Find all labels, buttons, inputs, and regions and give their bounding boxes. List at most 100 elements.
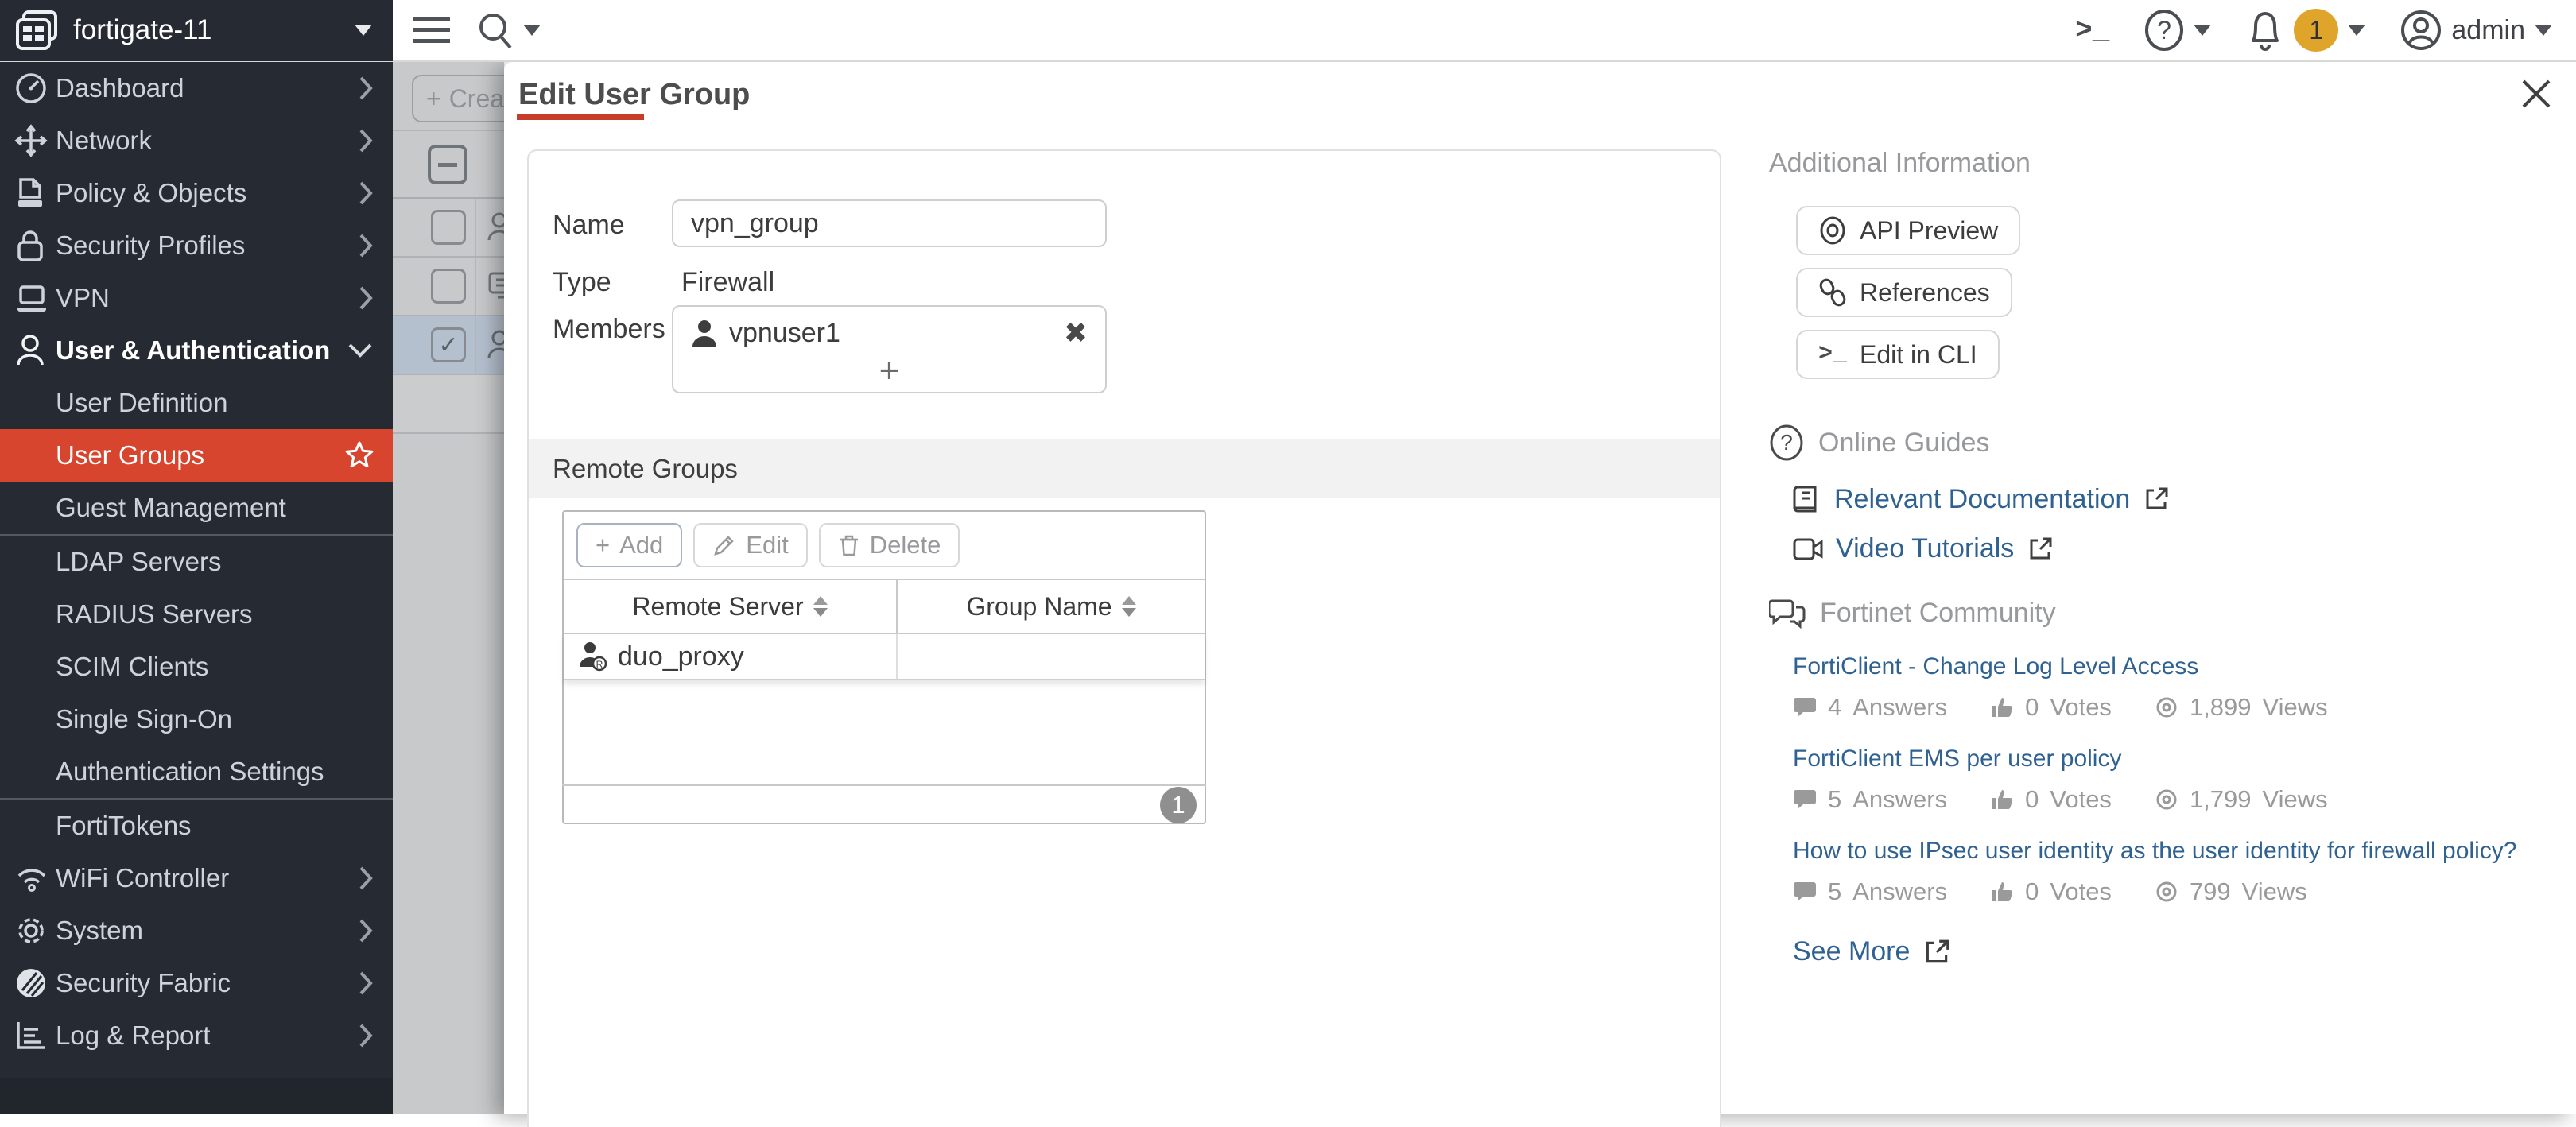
edit-form-card: Name Type Firewall Members vpnuser1 ✖ + … <box>527 149 1721 1127</box>
sidebar-item-ldap-servers[interactable]: LDAP Servers <box>0 536 393 588</box>
delete-button[interactable]: Delete <box>819 523 960 567</box>
community-post-stats: 5 Answers 0 Votes 1,799 Views <box>1793 785 2556 814</box>
answers-bubble-icon <box>1793 880 1817 904</box>
sidebar-item-security-profiles[interactable]: Security Profiles <box>0 219 393 272</box>
dialog-title: Edit User Group <box>518 78 750 112</box>
sidebar-item-policy-objects[interactable]: Policy & Objects <box>0 167 393 219</box>
members-field[interactable]: vpnuser1 ✖ + <box>672 305 1107 393</box>
sidebar-item-user-definition[interactable]: User Definition <box>0 377 393 429</box>
community-post-link[interactable]: FortiClient - Change Log Level Access <box>1793 653 2556 680</box>
edit-button[interactable]: Edit <box>693 523 807 567</box>
name-input[interactable] <box>672 199 1107 247</box>
row-checkbox[interactable] <box>431 269 466 304</box>
help-menu[interactable]: ? <box>2144 9 2211 52</box>
remote-groups-toolbar: + Add Edit Delete <box>564 512 1205 579</box>
column-header-group-name[interactable]: Group Name <box>898 580 1205 633</box>
cli-icon: >_ <box>1818 341 1847 368</box>
type-value: Firewall <box>681 267 774 298</box>
member-chip[interactable]: vpnuser1 ✖ <box>673 307 1105 350</box>
sidebar-collapse-bar[interactable] <box>0 1078 393 1114</box>
sidebar-item-security-fabric[interactable]: Security Fabric <box>0 957 393 1009</box>
sidebar-item-dashboard[interactable]: Dashboard <box>0 62 393 114</box>
references-button[interactable]: References <box>1796 268 2012 317</box>
sidebar-item-user-groups[interactable]: User Groups <box>0 429 393 482</box>
global-search[interactable] <box>477 11 541 49</box>
wifi-icon <box>14 863 56 893</box>
remove-member-icon[interactable]: ✖ <box>1064 317 1088 350</box>
community-post-link[interactable]: How to use IPsec user identity as the us… <box>1793 838 2556 865</box>
sidebar-item-user-authentication[interactable]: User & Authentication <box>0 324 393 377</box>
menu-hamburger-icon[interactable] <box>413 16 450 45</box>
svg-text:?: ? <box>2157 16 2171 45</box>
sort-icon <box>813 596 828 617</box>
person-icon <box>14 333 56 368</box>
sidebar-item-single-sign-on[interactable]: Single Sign-On <box>0 693 393 746</box>
member-name: vpnuser1 <box>729 318 840 349</box>
background-table-row[interactable] <box>393 199 504 258</box>
plus-icon: + <box>426 84 441 114</box>
video-tutorials-link[interactable]: Video Tutorials <box>1836 533 2014 564</box>
answers-bubble-icon <box>1793 695 1817 719</box>
chevron-right-icon <box>358 75 374 102</box>
sidebar-item-network[interactable]: Network <box>0 114 393 167</box>
row-checkbox[interactable] <box>431 210 466 245</box>
user-group-icon <box>485 210 504 245</box>
device-selector[interactable]: fortigate-11 <box>0 0 393 61</box>
relevant-documentation-link[interactable]: Relevant Documentation <box>1834 484 2130 515</box>
admin-menu[interactable]: admin <box>2400 10 2552 51</box>
dimmed-background-page: + Create ✓ <box>393 62 504 1114</box>
column-header-remote-server[interactable]: Remote Server <box>564 580 898 633</box>
online-guides-title: ? Online Guides <box>1769 424 2556 462</box>
sidebar-item-scim-clients[interactable]: SCIM Clients <box>0 641 393 693</box>
policy-document-icon <box>14 176 56 210</box>
remote-groups-section-header: Remote Groups <box>529 439 1720 498</box>
votes-thumb-icon <box>1990 788 2014 811</box>
background-toolbar: + Create <box>393 62 504 131</box>
sidebar-item-system[interactable]: System <box>0 904 393 957</box>
cli-console-icon[interactable]: >_ <box>2075 14 2109 47</box>
fortigate-logo-icon <box>16 10 60 50</box>
sidebar-item-fortitokens[interactable]: FortiTokens <box>0 800 393 852</box>
community-post-link[interactable]: FortiClient EMS per user policy <box>1793 746 2556 773</box>
chevron-right-icon <box>358 180 374 207</box>
remote-user-icon: R <box>578 641 608 672</box>
add-member-button[interactable]: + <box>673 354 1105 389</box>
notifications-menu[interactable]: 1 <box>2246 9 2365 52</box>
edit-in-cli-button[interactable]: >_ Edit in CLI <box>1796 330 2000 379</box>
name-label: Name <box>553 210 625 241</box>
see-more-link[interactable]: See More <box>1793 936 1910 967</box>
speech-bubbles-icon <box>1769 596 1806 629</box>
api-preview-button[interactable]: API Preview <box>1796 206 2020 255</box>
sidebar-nav: Dashboard Network Policy & Objects Secur… <box>0 62 393 1114</box>
sidebar-item-vpn[interactable]: VPN <box>0 272 393 324</box>
close-icon[interactable] <box>2517 75 2555 113</box>
chevron-right-icon <box>358 970 374 997</box>
sidebar-item-guest-management[interactable]: Guest Management <box>0 482 393 534</box>
background-table-row-selected[interactable]: ✓ <box>393 316 504 375</box>
table-row[interactable]: R duo_proxy <box>564 634 1205 680</box>
bell-icon <box>2246 9 2284 52</box>
bar-chart-icon <box>14 1020 56 1051</box>
search-caret-icon <box>523 25 541 36</box>
pencil-icon <box>712 533 736 557</box>
favorite-star-icon[interactable] <box>343 440 375 471</box>
sidebar-item-authentication-settings[interactable]: Authentication Settings <box>0 746 393 798</box>
chevron-right-icon <box>358 1022 374 1049</box>
sidebar-item-wifi-controller[interactable]: WiFi Controller <box>0 852 393 904</box>
device-caret-icon <box>355 25 372 36</box>
top-navbar: fortigate-11 >_ ? <box>0 0 2576 62</box>
help-caret-icon <box>2194 25 2211 36</box>
page-number-badge[interactable]: 1 <box>1160 787 1197 823</box>
sidebar-item-radius-servers[interactable]: RADIUS Servers <box>0 588 393 641</box>
row-checkbox-checked[interactable]: ✓ <box>431 327 466 362</box>
external-link-icon <box>2027 536 2054 563</box>
add-button[interactable]: + Add <box>576 523 682 567</box>
create-button[interactable]: + Create <box>412 75 504 122</box>
sidebar-item-log-report[interactable]: Log & Report <box>0 1009 393 1062</box>
notification-count-badge: 1 <box>2294 9 2338 52</box>
background-table-row[interactable] <box>393 258 504 316</box>
answers-bubble-icon <box>1793 788 1817 811</box>
lock-icon <box>14 228 56 263</box>
help-circle-icon: ? <box>1769 424 1804 462</box>
select-all-checkbox[interactable] <box>428 145 467 184</box>
